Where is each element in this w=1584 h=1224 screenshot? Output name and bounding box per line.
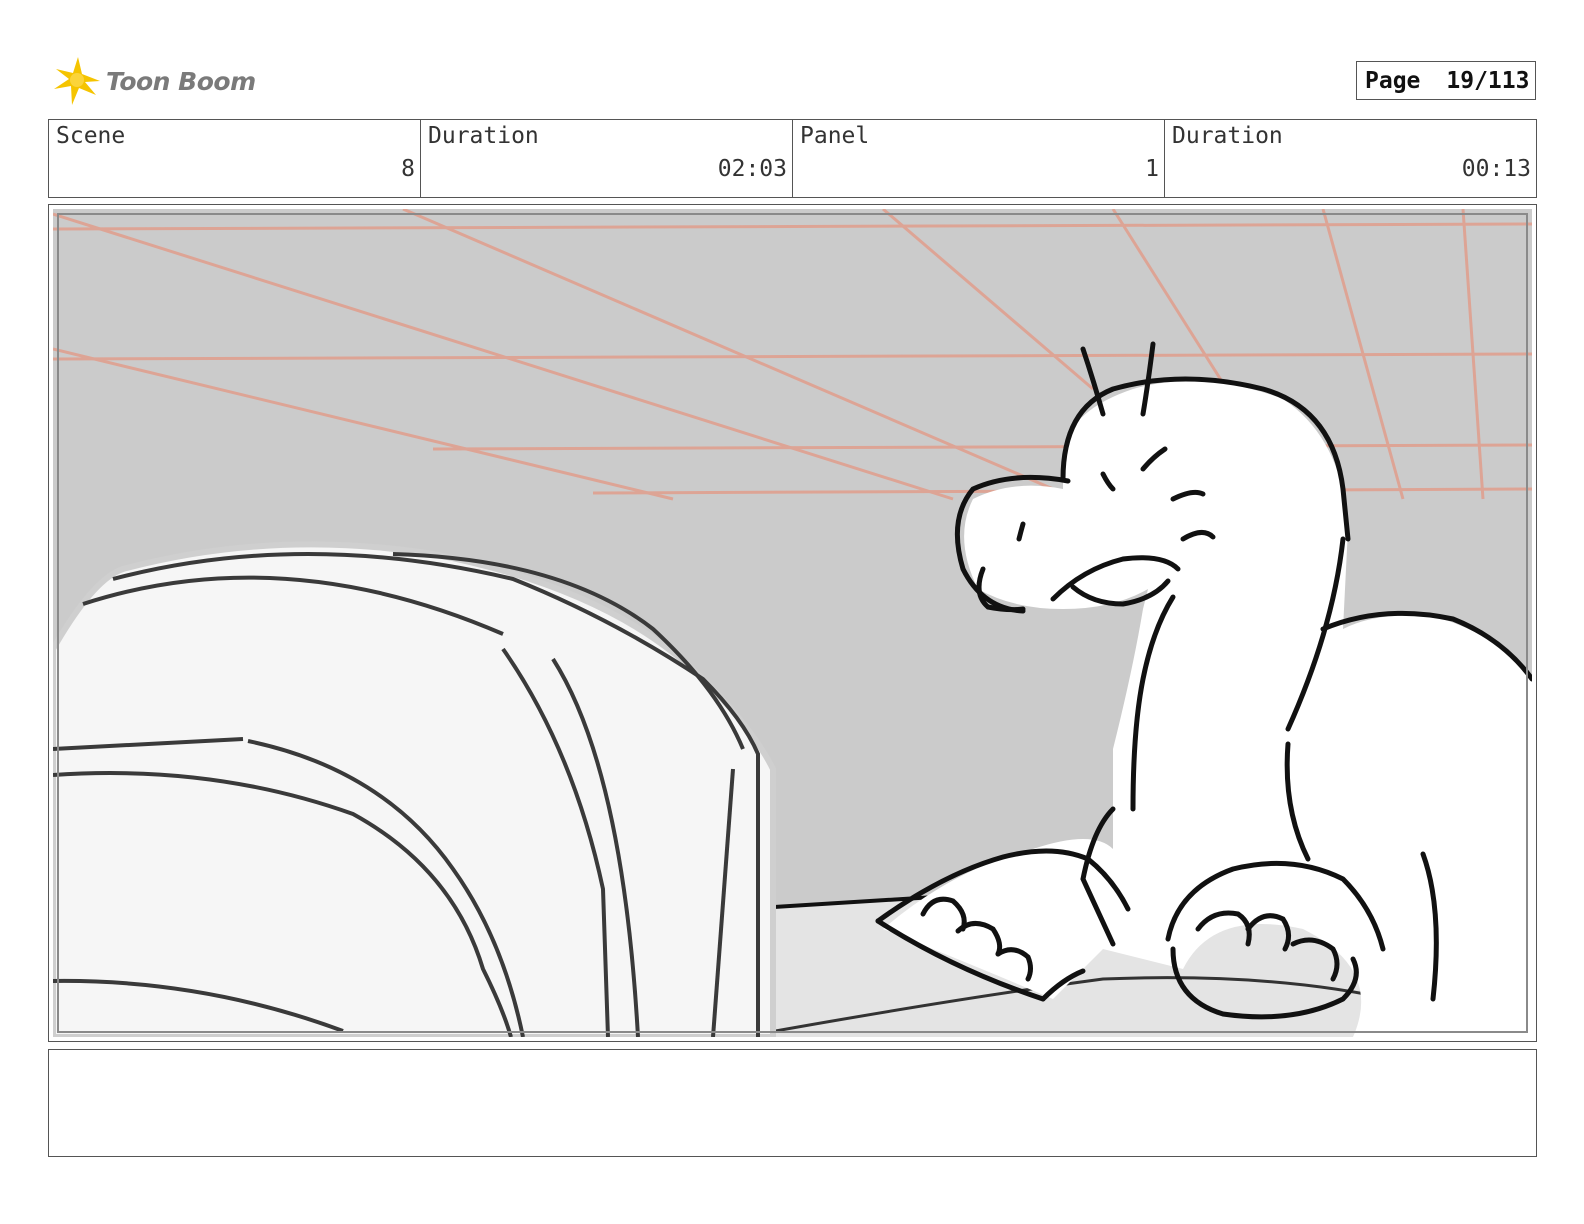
- panel-info-row: Scene 8 Duration 02:03 Panel 1 Duration …: [48, 119, 1537, 198]
- panel-label: Panel: [800, 123, 870, 149]
- toon-boom-logo: Toon Boom: [52, 55, 256, 107]
- storyboard-panel-frame: [48, 204, 1537, 1042]
- storyboard-sketch: [53, 209, 1532, 1037]
- scene-value: 8: [401, 156, 415, 182]
- page-label: Page: [1365, 67, 1421, 94]
- panel-caption-box: [48, 1049, 1537, 1157]
- scene-label: Scene: [56, 123, 126, 149]
- page-indicator: Page 19/113: [1356, 61, 1536, 100]
- starburst-icon: [54, 57, 100, 105]
- scene-cell: Scene 8: [49, 120, 421, 197]
- panel-duration-value: 00:13: [1461, 156, 1531, 182]
- panel-cell: Panel 1: [793, 120, 1165, 197]
- logo-text: Toon Boom: [106, 66, 256, 96]
- panel-duration-cell: Duration 00:13: [1165, 120, 1536, 197]
- panel-value: 1: [1145, 156, 1159, 182]
- page-number: 19/113: [1446, 67, 1530, 94]
- scene-duration-cell: Duration 02:03: [421, 120, 793, 197]
- scene-duration-label: Duration: [428, 123, 539, 149]
- scene-duration-value: 02:03: [717, 156, 787, 182]
- panel-duration-label: Duration: [1172, 123, 1283, 149]
